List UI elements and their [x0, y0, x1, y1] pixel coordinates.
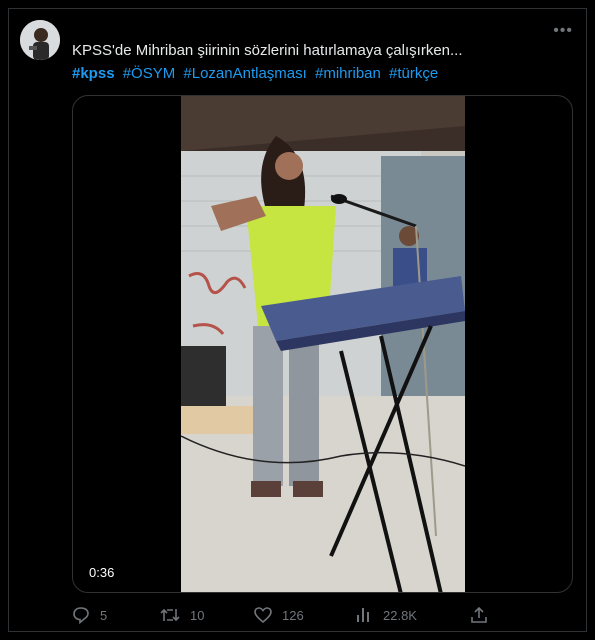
retweet-count: 10 [190, 607, 205, 623]
like-button[interactable]: 126 [254, 606, 304, 624]
like-icon [254, 607, 272, 624]
video-duration: 0:36 [83, 563, 121, 582]
reply-count: 5 [100, 607, 108, 623]
hashtag-link[interactable]: #türkçe [389, 65, 438, 82]
share-button[interactable] [470, 606, 498, 624]
reply-button[interactable]: 5 [72, 606, 107, 624]
video-frame[interactable] [181, 96, 465, 593]
views-button[interactable]: 22.8K [355, 606, 417, 624]
retweet-button[interactable]: 10 [160, 606, 204, 624]
tweet-actions: 5 10 126 22.8K [72, 606, 572, 628]
more-icon[interactable]: ••• [553, 22, 573, 40]
tweet-text: KPSS'de Mihriban şiirinin sözlerini hatı… [72, 42, 463, 59]
avatar[interactable] [20, 20, 60, 60]
views-count: 22.8K [383, 607, 417, 623]
hashtag-link[interactable]: #mihriban [315, 65, 381, 82]
hashtags: #kpss #ÖSYM #LozanAntlaşması #mihriban #… [72, 65, 442, 82]
views-icon [357, 608, 369, 622]
hashtag-link[interactable]: #ÖSYM [123, 65, 176, 82]
reply-icon [73, 607, 89, 624]
video-player[interactable]: 0:36 [72, 95, 573, 593]
like-count: 126 [282, 607, 304, 623]
share-icon [471, 606, 487, 623]
hashtag-link[interactable]: #LozanAntlaşması [183, 65, 306, 82]
hashtag-link[interactable]: #kpss [72, 65, 115, 82]
retweet-icon [160, 608, 180, 622]
